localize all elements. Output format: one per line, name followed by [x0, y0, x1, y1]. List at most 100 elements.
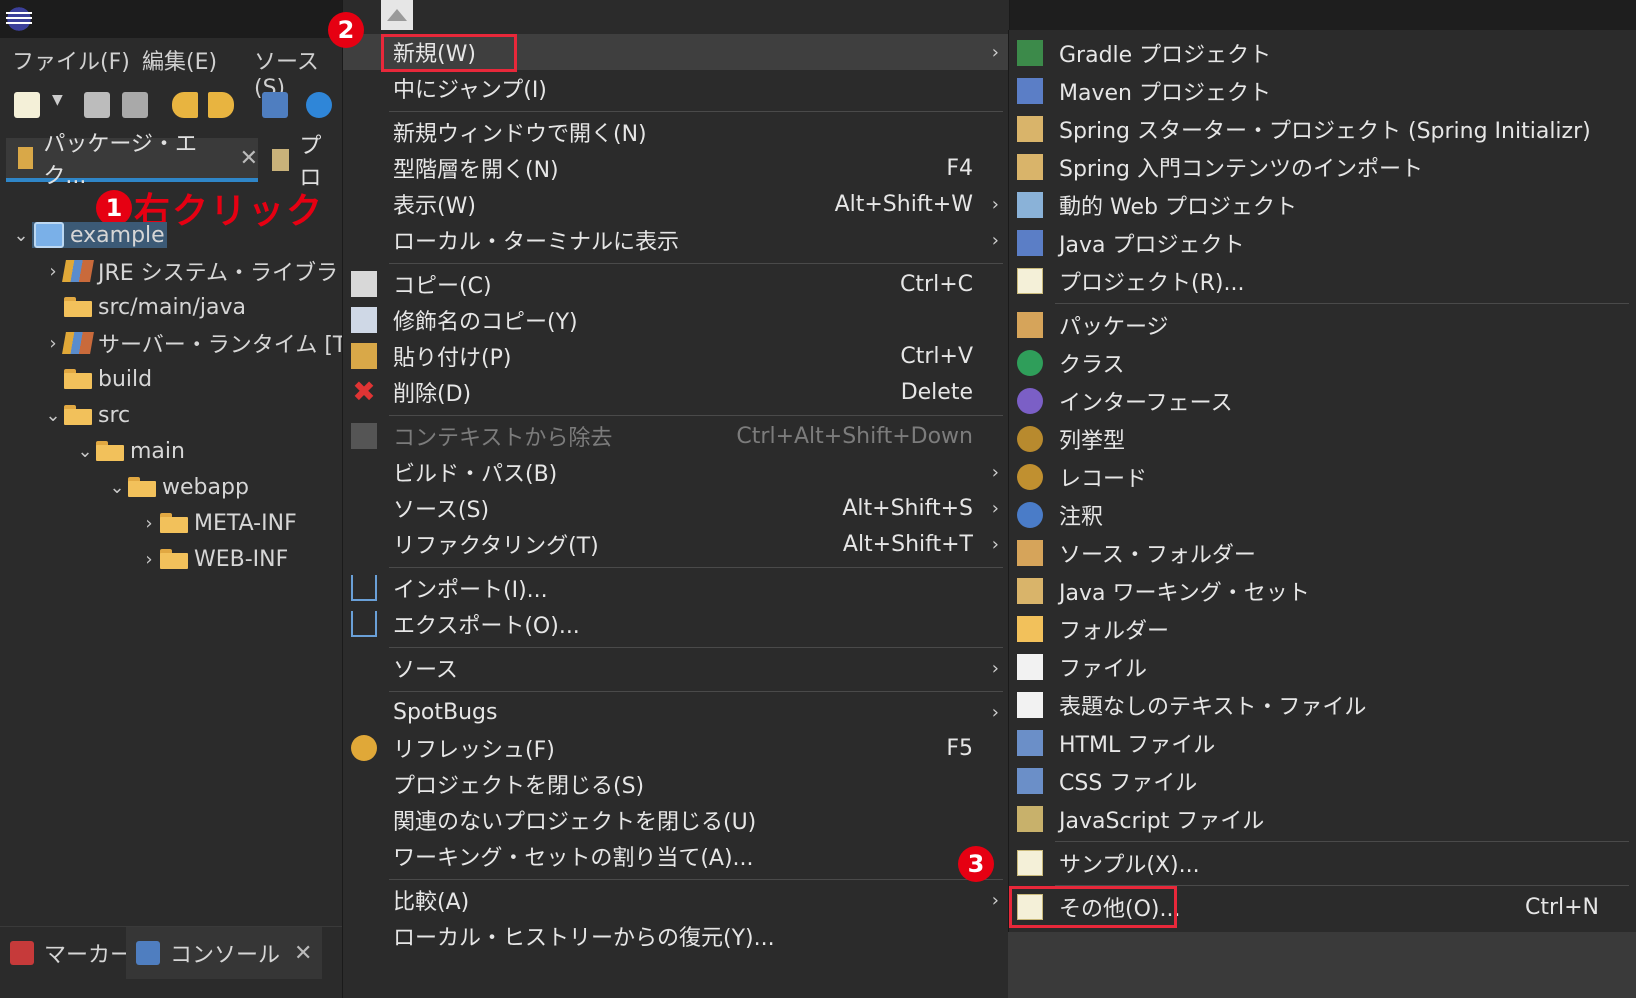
tree-row-webapp[interactable]: ⌄ webapp — [106, 470, 248, 504]
menu-item-copy[interactable]: コピー(C) Ctrl+C — [343, 266, 1009, 302]
menu-item-go-into[interactable]: 中にジャンプ(I) — [343, 70, 1009, 106]
menu-item-import[interactable]: インポート(I)... — [343, 570, 1009, 606]
redo-icon[interactable] — [208, 92, 234, 118]
tree-row-meta-inf[interactable]: › META-INF — [138, 506, 297, 540]
tree-row-src-main-java[interactable]: src/main/java — [64, 290, 246, 324]
submenu-item-spring-import[interactable]: Spring 入門コンテンツのインポート — [1009, 148, 1636, 186]
menu-item-label: コンテキストから除去 — [393, 426, 613, 451]
tree-row-build[interactable]: build — [64, 362, 152, 396]
submenu-item-gradle-project[interactable]: Gradle プロジェクト — [1009, 34, 1636, 72]
menu-item-show-in[interactable]: 表示(W) Alt+Shift+W › — [343, 186, 1009, 222]
submenu-item-file[interactable]: ファイル — [1009, 648, 1636, 686]
submenu-item-spring-starter[interactable]: Spring スターター・プロジェクト (Spring Initializr) — [1009, 110, 1636, 148]
menu-item-open-type-hierarchy[interactable]: 型階層を開く(N) F4 — [343, 150, 1009, 186]
tab-project[interactable]: プロ — [266, 134, 342, 191]
menu-item-refactor[interactable]: リファクタリング(T) Alt+Shift+T › — [343, 526, 1009, 562]
chevron-down-icon[interactable]: ⌄ — [74, 441, 96, 462]
submenu-item-enum[interactable]: 列挙型 — [1009, 420, 1636, 458]
chevron-down-icon[interactable]: ⌄ — [10, 225, 32, 246]
submenu-item-source-folder[interactable]: ソース・フォルダー — [1009, 534, 1636, 572]
submenu-item-class[interactable]: クラス — [1009, 344, 1636, 382]
save-all-icon[interactable] — [122, 92, 148, 118]
menu-item-spotbugs[interactable]: SpotBugs › — [343, 694, 1009, 730]
new-project-icon — [1017, 268, 1043, 294]
spring-icon — [1017, 116, 1043, 142]
package-icon — [1017, 312, 1043, 338]
menu-item-export[interactable]: エクスポート(O)... — [343, 606, 1009, 642]
submenu-item-interface[interactable]: インターフェース — [1009, 382, 1636, 420]
tree-row-example[interactable]: ⌄ example — [10, 218, 167, 252]
tab-package-explorer[interactable]: パッケージ・エク... ✕ — [6, 132, 258, 189]
submenu-item-label: Maven プロジェクト — [1059, 81, 1271, 106]
menu-item-source-2[interactable]: ソース › — [343, 650, 1009, 686]
menu-item-restore-local-history[interactable]: ローカル・ヒストリーからの復元(Y)... — [343, 918, 1009, 954]
sample-icon — [1017, 850, 1043, 876]
menu-item-label: 修飾名のコピー(Y) — [393, 310, 578, 335]
submenu-item-javascript-file[interactable]: JavaScript ファイル — [1009, 800, 1636, 838]
submenu-item-label: HTML ファイル — [1059, 733, 1216, 758]
tree-row-src[interactable]: ⌄ src — [42, 398, 130, 432]
scroll-up-arrow-icon[interactable] — [381, 0, 413, 30]
menu-item-build-path[interactable]: ビルド・パス(B) › — [343, 454, 1009, 490]
chevron-down-icon[interactable]: ⌄ — [42, 405, 64, 426]
menu-item-paste[interactable]: 貼り付け(P) Ctrl+V — [343, 338, 1009, 374]
menu-item-delete[interactable]: ✖ 削除(D) Delete — [343, 374, 1009, 410]
menu-item-close-unrelated[interactable]: 関連のないプロジェクトを閉じる(U) — [343, 802, 1009, 838]
submenu-item-label: Gradle プロジェクト — [1059, 43, 1272, 68]
chevron-down-icon[interactable]: ⌄ — [106, 477, 128, 498]
tree-row-main[interactable]: ⌄ main — [74, 434, 185, 468]
menu-item-source[interactable]: ソース(S) Alt+Shift+S › — [343, 490, 1009, 526]
submenu-item-record[interactable]: レコード — [1009, 458, 1636, 496]
submenu-item-label: Spring スターター・プロジェクト (Spring Initializr) — [1059, 119, 1591, 144]
close-icon[interactable]: ✕ — [240, 146, 258, 171]
menu-edit[interactable]: 編集(E) — [142, 42, 217, 78]
tree-row-jre[interactable]: › JRE システム・ライブラリー — [42, 254, 382, 288]
console-icon[interactable] — [262, 92, 288, 118]
annotation-badge-3: 3 — [958, 846, 994, 882]
submenu-item-html-file[interactable]: HTML ファイル — [1009, 724, 1636, 762]
tab-markers[interactable]: マーカー — [10, 927, 132, 979]
new-wizard-icon[interactable] — [14, 92, 40, 118]
menu-file[interactable]: ファイル(F) — [12, 42, 130, 78]
tab-console[interactable]: コンソール ✕ — [126, 927, 323, 979]
chevron-right-icon[interactable]: › — [138, 513, 160, 534]
close-icon[interactable]: ✕ — [294, 941, 312, 966]
menu-item-close-project[interactable]: プロジェクトを閉じる(S) — [343, 766, 1009, 802]
eclipse-logo-icon[interactable] — [4, 4, 34, 34]
annotation-icon — [1017, 502, 1043, 528]
tree-row-web-inf[interactable]: › WEB-INF — [138, 542, 288, 576]
tree-row-server-runtime[interactable]: › サーバー・ランタイム [Tomc — [42, 326, 390, 360]
menu-item-show-in-terminal[interactable]: ローカル・ターミナルに表示 › — [343, 222, 1009, 258]
submenu-item-folder[interactable]: フォルダー — [1009, 610, 1636, 648]
tree-label: META-INF — [194, 510, 297, 536]
submenu-item-css-file[interactable]: CSS ファイル — [1009, 762, 1636, 800]
submenu-arrow-icon: › — [991, 889, 999, 911]
menu-bar: ファイル(F) 編集(E) ソース(S) — [0, 42, 342, 101]
chevron-right-icon[interactable]: › — [138, 549, 160, 570]
interface-icon — [1017, 388, 1043, 414]
undo-icon[interactable] — [172, 92, 198, 118]
save-icon[interactable] — [84, 92, 110, 118]
submenu-item-project[interactable]: プロジェクト(R)... — [1009, 262, 1636, 300]
chevron-right-icon[interactable]: › — [42, 333, 64, 354]
menu-item-copy-qualified-name[interactable]: 修飾名のコピー(Y) — [343, 302, 1009, 338]
menu-item-assign-working-sets[interactable]: ワーキング・セットの割り当て(A)... — [343, 838, 1009, 874]
dropdown-arrow-icon[interactable]: ▼ — [52, 92, 66, 118]
submenu-item-java-working-set[interactable]: Java ワーキング・セット — [1009, 572, 1636, 610]
submenu-item-maven-project[interactable]: Maven プロジェクト — [1009, 72, 1636, 110]
submenu-item-untitled-text-file[interactable]: 表題なしのテキスト・ファイル — [1009, 686, 1636, 724]
menu-item-open-new-window[interactable]: 新規ウィンドウで開く(N) — [343, 114, 1009, 150]
settings-gear-icon[interactable] — [306, 92, 332, 118]
library-icon — [62, 332, 94, 354]
menu-item-compare[interactable]: 比較(A) › — [343, 882, 1009, 918]
remove-context-icon — [351, 423, 377, 449]
submenu-item-sample[interactable]: サンプル(X)... — [1009, 844, 1636, 882]
menu-item-label: ソース(S) — [393, 498, 490, 523]
chevron-right-icon[interactable]: › — [42, 261, 64, 282]
submenu-item-package[interactable]: パッケージ — [1009, 306, 1636, 344]
submenu-item-java-project[interactable]: Java プロジェクト — [1009, 224, 1636, 262]
menu-item-refresh[interactable]: リフレッシュ(F) F5 — [343, 730, 1009, 766]
menu-item-shortcut: Ctrl+C — [900, 271, 973, 297]
submenu-item-annotation[interactable]: 注釈 — [1009, 496, 1636, 534]
submenu-item-dynamic-web-project[interactable]: 動的 Web プロジェクト — [1009, 186, 1636, 224]
